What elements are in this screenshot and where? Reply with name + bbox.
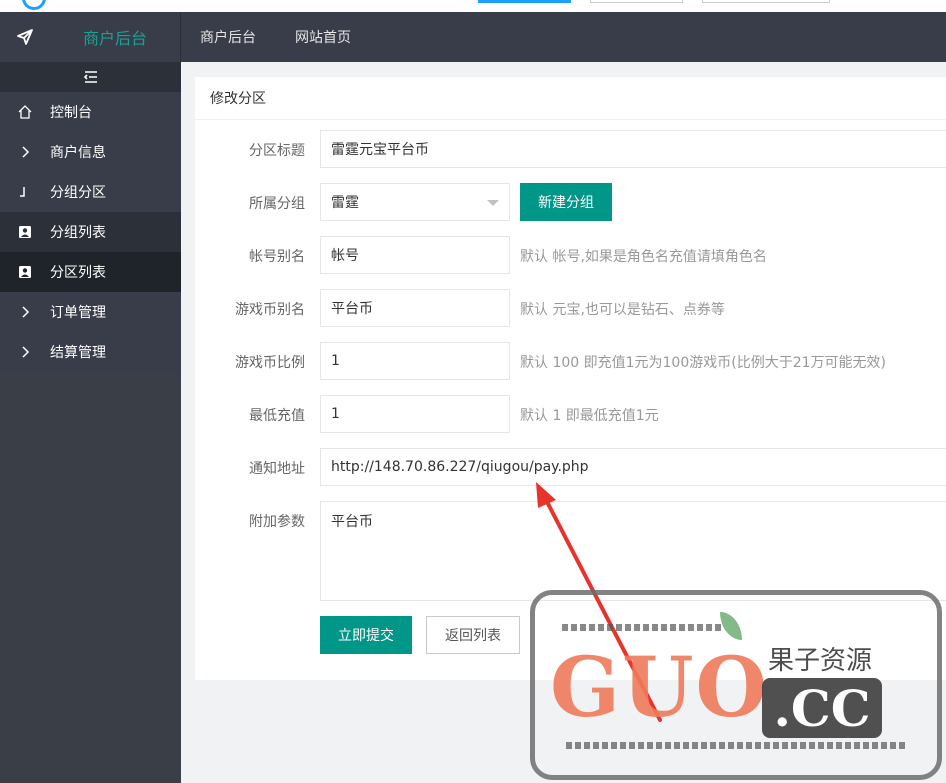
account-alias-hint: 默认 帐号,如果是角色名充值请填角色名 (520, 249, 767, 265)
sidebar-item-order-management[interactable]: 订单管理 (0, 292, 181, 332)
send-icon[interactable] (0, 12, 50, 62)
ratio-input[interactable]: 1 (320, 342, 510, 380)
ratio-label: 游戏币比例 (235, 355, 305, 371)
new-group-button[interactable]: 新建分组 (520, 183, 612, 221)
browser-top-strip (0, 0, 946, 12)
card-title: 修改分区 (195, 77, 946, 120)
back-to-list-button[interactable]: 返回列表 (426, 616, 520, 654)
ratio-hint: 默认 100 即充值1元为100游戏币(比例大于21万可能无效) (520, 355, 886, 371)
account-alias-label: 帐号别名 (249, 249, 305, 265)
chevron-down-icon (487, 200, 499, 206)
top-nav: 商户后台 网站首页 (181, 12, 371, 62)
sidebar-toggle[interactable] (0, 62, 181, 92)
sidebar-item-group-zone[interactable]: 分组分区 (0, 172, 181, 212)
group-select[interactable]: 雷霆 (320, 183, 510, 221)
top-tab[interactable] (590, 0, 683, 3)
title-label: 分区标题 (249, 143, 305, 159)
extra-params-label: 附加参数 (249, 514, 305, 530)
user-card-icon (18, 265, 32, 279)
home-icon (18, 105, 32, 119)
notify-url-input[interactable]: http://148.70.86.227/qiugou/pay.php (320, 448, 946, 486)
main-content: 修改分区 分区标题 雷霆元宝平台币 所属分组 雷霆 新建分组 帐号别名 帐号 默… (181, 62, 946, 783)
min-recharge-input[interactable]: 1 (320, 395, 510, 433)
chevron-right-icon (18, 345, 32, 359)
sidebar-item-merchant-info[interactable]: 商户信息 (0, 132, 181, 172)
header: 商户后台 商户后台 网站首页 (0, 12, 946, 62)
sidebar-menu: 控制台 商户信息 分组分区 分组列表 分区列表 订单管理 结算管理 (0, 92, 181, 372)
nav-site-home[interactable]: 网站首页 (276, 12, 371, 62)
top-tab[interactable] (702, 0, 830, 3)
sidebar-item-group-list[interactable]: 分组列表 (0, 212, 181, 252)
currency-alias-input[interactable]: 平台币 (320, 289, 510, 327)
user-card-icon (18, 225, 32, 239)
top-tab-active[interactable] (478, 0, 571, 3)
corner-icon (18, 185, 32, 199)
edit-zone-card: 修改分区 分区标题 雷霆元宝平台币 所属分组 雷霆 新建分组 帐号别名 帐号 默… (195, 77, 946, 680)
sidebar-item-zone-list[interactable]: 分区列表 (0, 252, 181, 292)
submit-button[interactable]: 立即提交 (320, 616, 412, 654)
chevron-right-icon (18, 305, 32, 319)
account-alias-input[interactable]: 帐号 (320, 236, 510, 274)
min-recharge-hint: 默认 1 即最低充值1元 (520, 408, 659, 424)
extra-params-textarea[interactable]: 平台币 (320, 501, 946, 601)
chevron-right-icon (18, 145, 32, 159)
sidebar: 控制台 商户信息 分组分区 分组列表 分区列表 订单管理 结算管理 (0, 62, 181, 783)
sidebar-item-settlement-management[interactable]: 结算管理 (0, 332, 181, 372)
title-input[interactable]: 雷霆元宝平台币 (320, 130, 946, 168)
nav-merchant-backend[interactable]: 商户后台 (181, 12, 276, 62)
collapse-menu-icon (83, 71, 97, 83)
currency-alias-label: 游戏币别名 (235, 302, 305, 318)
brand-title[interactable]: 商户后台 (50, 12, 180, 62)
notify-url-label: 通知地址 (249, 461, 305, 477)
currency-alias-hint: 默认 元宝,也可以是钻石、点券等 (520, 302, 725, 318)
sidebar-item-dashboard[interactable]: 控制台 (0, 92, 181, 132)
logo-icon (22, 0, 46, 10)
min-recharge-label: 最低充值 (249, 408, 305, 424)
group-label: 所属分组 (249, 196, 305, 212)
